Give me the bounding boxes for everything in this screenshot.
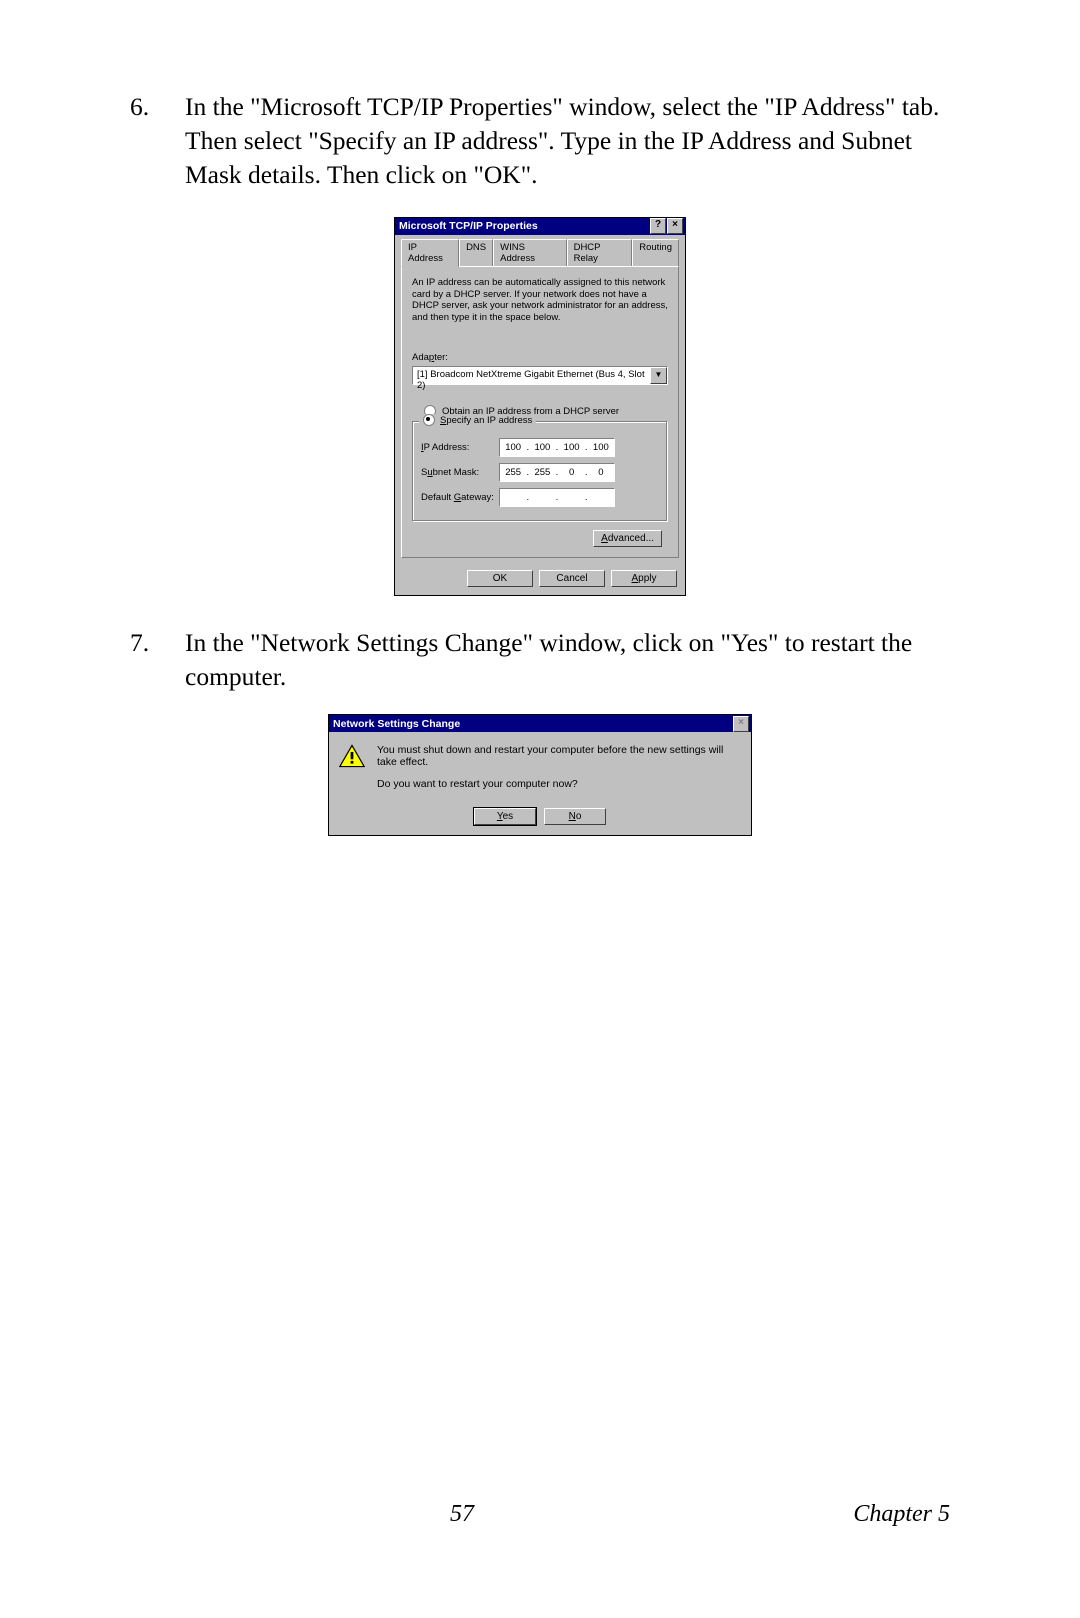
tcpip-properties-dialog: Microsoft TCP/IP Properties ? × IP Addre… [394, 217, 686, 597]
network-settings-change-dialog: Network Settings Change × You must shut … [328, 714, 752, 836]
step-6-number: 6. [130, 90, 185, 192]
advanced-button[interactable]: Advanced... [593, 530, 662, 547]
tab-routing[interactable]: Routing [632, 239, 679, 266]
step-7-number: 7. [130, 626, 185, 694]
cancel-button[interactable]: Cancel [539, 570, 605, 587]
close-button[interactable]: × [667, 218, 683, 234]
chevron-down-icon[interactable]: ▼ [650, 367, 667, 384]
tcpip-title: Microsoft TCP/IP Properties [399, 220, 649, 232]
dialog-buttons: OK Cancel Apply [395, 564, 685, 595]
description-text: An IP address can be automatically assig… [412, 277, 668, 325]
default-gateway-input[interactable]: . . . [499, 488, 615, 507]
msgbox-buttons: Yes No [329, 808, 751, 835]
step-7: 7. In the "Network Settings Change" wind… [130, 626, 950, 694]
msgbox-close-button[interactable]: × [733, 716, 749, 732]
page-number: 57 [450, 1501, 474, 1528]
default-gateway-label: Default Gateway: [421, 492, 499, 503]
chapter-label: Chapter 5 [853, 1501, 950, 1528]
subnet-mask-input[interactable]: 255. 255. 0. 0 [499, 463, 615, 482]
msgbox-text: You must shut down and restart your comp… [377, 744, 741, 800]
help-button[interactable]: ? [650, 218, 666, 234]
msgbox-line2: Do you want to restart your computer now… [377, 778, 741, 790]
ip-address-panel: An IP address can be automatically assig… [401, 266, 679, 559]
adapter-value: [1] Broadcom NetXtreme Gigabit Ethernet … [413, 367, 650, 384]
tcpip-titlebar: Microsoft TCP/IP Properties ? × [395, 218, 685, 235]
msgbox-title: Network Settings Change [333, 718, 733, 730]
step-7-text: In the "Network Settings Change" window,… [185, 626, 950, 694]
radio-specify-label: Specify an IP address [440, 415, 532, 426]
radio-specify[interactable] [423, 414, 435, 426]
warning-icon [339, 744, 365, 768]
adapter-label: Adapter: [412, 352, 668, 363]
page-footer: 57 Chapter 5 [130, 1501, 950, 1528]
specify-group: Specify an IP address IP Address: 100. 1… [412, 421, 668, 522]
radio-specify-row[interactable]: Specify an IP address [419, 414, 536, 426]
msgbox-titlebar: Network Settings Change × [329, 715, 751, 732]
tab-wins[interactable]: WINS Address [493, 239, 566, 266]
ip-address-label: IP Address: [421, 442, 499, 453]
subnet-mask-label: Subnet Mask: [421, 467, 499, 478]
step-6: 6. In the "Microsoft TCP/IP Properties" … [130, 90, 950, 192]
msgbox-line1: You must shut down and restart your comp… [377, 744, 741, 768]
tab-ip-address[interactable]: IP Address [401, 239, 459, 267]
yes-button[interactable]: Yes [474, 808, 536, 825]
tab-dns[interactable]: DNS [459, 239, 493, 266]
apply-button[interactable]: Apply [611, 570, 677, 587]
tabs-row: IP Address DNS WINS Address DHCP Relay R… [395, 235, 685, 266]
ok-button[interactable]: OK [467, 570, 533, 587]
no-button[interactable]: No [544, 808, 606, 825]
adapter-combobox[interactable]: [1] Broadcom NetXtreme Gigabit Ethernet … [412, 366, 668, 385]
tab-dhcp-relay[interactable]: DHCP Relay [567, 239, 633, 266]
step-6-text: In the "Microsoft TCP/IP Properties" win… [185, 90, 950, 192]
ip-address-input[interactable]: 100. 100. 100. 100 [499, 438, 615, 457]
